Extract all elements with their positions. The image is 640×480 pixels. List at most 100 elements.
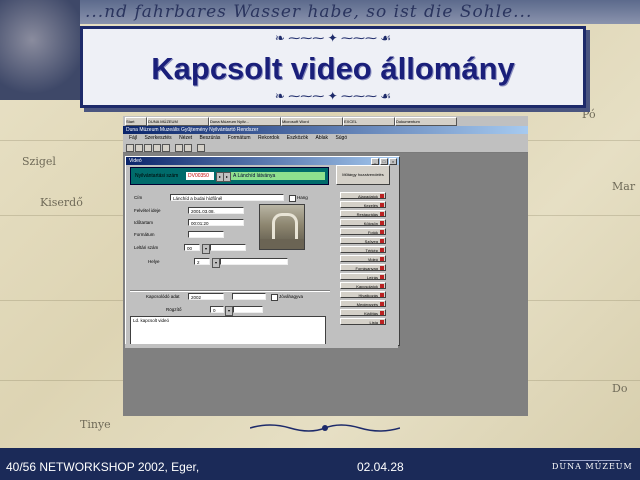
side-button[interactable]: Kapcsolatok [340,282,386,289]
ornament-bottom: ❧ ⁓⁓⁓ ✦ ⁓⁓⁓ ☙ [274,89,392,103]
related-extra-input[interactable] [232,293,266,300]
footer-date: 02.04.28 [357,460,404,474]
recorder-name-input[interactable] [233,306,263,313]
field-label-duration: Időtartam [134,220,154,225]
grid-row[interactable]: Ld. kapcsolt videó [133,318,169,323]
app-title-bar: Duna Múzeum Muzeális Gyűjtemény Nyilvánt… [123,126,528,134]
taskbar-item[interactable]: Dokumentum [395,117,457,126]
dropdown-arrow-icon[interactable]: ▾ [212,258,220,268]
paste-icon[interactable] [162,144,170,152]
taskbar-item[interactable]: Microsoft Word [281,117,343,126]
record-nav-button[interactable]: ▸ [223,172,231,182]
side-button[interactable]: Kiállítás [340,309,386,316]
side-button[interactable]: Hivatkozás [340,291,386,298]
slide-title: Kapcsolt video állomány [151,51,515,86]
menu-item[interactable]: Rekordok [258,135,279,141]
application-screenshot: Start DUNA MÚZEUM Duna Múzeum Nyilv... M… [123,116,528,416]
map-label: Mar [612,180,636,193]
dropdown-arrow-icon[interactable]: ▾ [202,244,210,254]
side-button[interactable]: Videó [340,255,386,262]
menu-item[interactable]: Súgó [335,135,347,141]
close-button[interactable]: × [389,158,397,165]
side-button[interactable]: Forrásanyag [340,264,386,271]
slide-footer: 40/56 NETWORKSHOP 2002, Eger, 02.04.28 D… [0,448,640,480]
record-number-field[interactable]: DV00350 [186,172,214,180]
inventory-input[interactable]: 00 [184,244,200,251]
inventory-extra-input[interactable] [210,244,246,251]
field-label-recorder: Rögzítő [166,307,182,312]
date-input[interactable]: 2001.03.08. [188,207,244,214]
menu-bar: Fájl Szerkesztés Nézet Beszúrás Formátum… [123,134,528,142]
side-button[interactable]: Restaurálás [340,210,386,217]
menu-item[interactable]: Beszúrás [200,135,221,141]
menu-item[interactable]: Fájl [129,135,137,141]
video-thumbnail[interactable] [259,204,305,250]
approved-checkbox-label: Jóváhagyva [279,294,304,299]
linked-video-grid[interactable]: Ld. kapcsolt videó [130,316,326,345]
help-icon[interactable] [197,144,205,152]
map-label: Do [612,382,628,395]
handwritten-script: ...nd fahrbares Wasser habe, so ist die … [85,2,533,22]
title-input[interactable]: Lánchíd a budai hídfőnél [170,194,284,201]
form-title-bar: Videó [126,157,399,165]
side-button[interactable]: Alapadatok [340,192,386,199]
field-label-inventory: Leltári szám [134,245,159,250]
dropdown-arrow-icon[interactable]: ▾ [225,306,233,316]
sound-checkbox[interactable] [289,195,296,202]
menu-item[interactable]: Eszközök [287,135,308,141]
location-input[interactable]: 2 [194,258,210,265]
side-button[interactable]: Fotók [340,228,386,235]
engraving-image [0,0,80,100]
save-icon[interactable] [126,144,134,152]
maximize-button[interactable]: □ [380,158,388,165]
menu-item[interactable]: Szerkesztés [144,135,171,141]
taskbar-item[interactable]: Duna Múzeum Nyilv... [209,117,281,126]
format-input[interactable] [188,231,224,238]
field-label-format: Formátum [134,232,155,237]
map-label: Szigel [22,155,56,168]
taskbar-item[interactable]: EXCEL [343,117,395,126]
sound-checkbox-label: Hang [297,195,308,200]
cut-icon[interactable] [144,144,152,152]
record-header-bar: Nyilvántartási szám DV00350 ▸ ▸ A Lánchí… [130,167,329,185]
related-input[interactable]: 2002 [188,293,224,300]
field-label-date: Felvétel ideje [134,208,161,213]
minimize-button[interactable]: _ [371,158,379,165]
side-button[interactable]: Kölcsön [340,219,386,226]
museum-logo: DUNA MÚZEUM [552,462,633,471]
record-name-field[interactable]: A Lánchíd látványa [231,172,325,180]
side-button[interactable]: Lista [340,318,386,325]
slide-title-box: ❧ ⁓⁓⁓ ✦ ⁓⁓⁓ ☙ Kapcsolt video állomány ❧ … [80,26,586,108]
side-button[interactable]: Megjegyzés [340,300,386,307]
field-label-location: Helye [148,259,160,264]
toolbar [123,142,528,153]
menu-item[interactable]: Formátum [228,135,251,141]
filter-icon[interactable] [175,144,183,152]
form-divider [130,290,330,292]
menu-item[interactable]: Nézet [179,135,192,141]
footer-conference-text: 40/56 NETWORKSHOP 2002, Eger, [6,460,200,474]
form-status-strip [125,344,398,348]
print-icon[interactable] [135,144,143,152]
recorder-input[interactable]: 0 [210,306,224,313]
ornament-top: ❧ ⁓⁓⁓ ✦ ⁓⁓⁓ ☙ [274,31,392,45]
copy-icon[interactable] [153,144,161,152]
record-number-label: Nyilvántartási szám [135,173,179,179]
menu-item[interactable]: Ablak [316,135,329,141]
location-name-input[interactable] [220,258,288,265]
side-button[interactable]: Kezelés [340,201,386,208]
find-icon[interactable] [184,144,192,152]
taskbar-item[interactable]: DUNA MÚZEUM [147,117,209,126]
approved-checkbox[interactable] [271,294,278,301]
assign-object-button[interactable]: Műtárgy hozzárendelés [336,165,390,185]
side-button[interactable]: Szöveg [340,237,386,244]
ornament-divider-icon [250,424,400,432]
side-button[interactable]: Leírás [340,273,386,280]
side-button-panel: Műtárgy hozzárendelés Alapadatok Kezelés… [336,165,392,345]
map-label: Tinye [80,418,111,431]
side-button[interactable]: Térkép [340,246,386,253]
duration-input[interactable]: 00:01:20 [188,219,244,226]
logo-decoration [560,450,620,461]
start-button[interactable]: Start [125,117,147,126]
video-form-window: Videó _ □ × Nyilvántartási szám DV00350 … [125,156,400,346]
